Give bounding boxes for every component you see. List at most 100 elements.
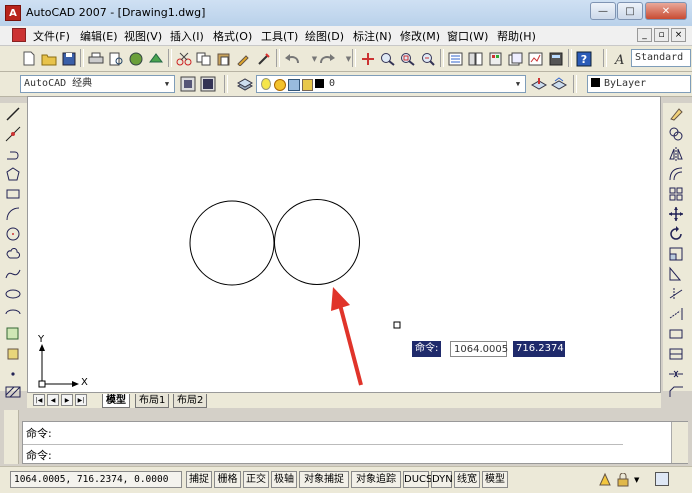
zoom-window-icon[interactable] xyxy=(399,50,416,67)
move-icon[interactable] xyxy=(667,205,685,223)
point-icon[interactable] xyxy=(4,365,22,383)
zoom-previous-icon[interactable] xyxy=(419,50,436,67)
menu-window[interactable]: 窗口(W) xyxy=(447,28,488,44)
save-icon[interactable] xyxy=(60,50,77,67)
plot-preview-icon[interactable] xyxy=(107,50,124,67)
first-tab-icon[interactable]: |◀ xyxy=(33,394,45,406)
quickcalc-icon[interactable] xyxy=(547,50,564,67)
menu-dimension[interactable]: 标注(N) xyxy=(353,28,392,44)
tab-layout1[interactable]: 布局1 xyxy=(135,394,170,408)
menu-insert[interactable]: 插入(I) xyxy=(170,28,204,44)
color-control-combo[interactable]: ByLayer xyxy=(587,75,691,93)
polygon-icon[interactable] xyxy=(4,165,22,183)
ducs-toggle[interactable]: DUCS xyxy=(403,471,432,488)
extend-icon[interactable] xyxy=(667,305,685,323)
break-icon[interactable] xyxy=(667,345,685,363)
3d-dwf-icon[interactable] xyxy=(147,50,164,67)
hatch-icon[interactable] xyxy=(4,383,22,401)
command-scrollbar[interactable] xyxy=(671,422,688,463)
new-file-icon[interactable] xyxy=(20,50,37,67)
menu-modify[interactable]: 修改(M) xyxy=(400,28,440,44)
prev-tab-icon[interactable]: ◀ xyxy=(47,394,59,406)
polyline-icon[interactable] xyxy=(4,145,22,163)
paste-icon[interactable] xyxy=(215,50,232,67)
pan-realtime-icon[interactable] xyxy=(359,50,376,67)
circle-entity-left[interactable] xyxy=(189,200,275,286)
properties-icon[interactable] xyxy=(447,50,464,67)
next-tab-icon[interactable]: ▶ xyxy=(61,394,73,406)
grid-toggle[interactable]: 栅格 xyxy=(214,471,241,488)
snap-toggle[interactable]: 捕捉 xyxy=(186,471,212,488)
doc-minimize-button[interactable]: _ xyxy=(637,28,652,42)
last-tab-icon[interactable]: ▶| xyxy=(75,394,87,406)
stretch-icon[interactable] xyxy=(667,265,685,283)
design-center-icon[interactable] xyxy=(467,50,484,67)
maximize-button[interactable]: □ xyxy=(617,2,643,20)
ellipse-icon[interactable] xyxy=(4,285,22,303)
command-prompt[interactable]: 命令: xyxy=(26,447,52,463)
revision-cloud-icon[interactable] xyxy=(4,245,22,263)
zoom-realtime-icon[interactable] xyxy=(379,50,396,67)
toolbar-lock-icon[interactable] xyxy=(616,472,630,487)
menu-draw[interactable]: 绘图(D) xyxy=(305,28,344,44)
tool-palettes-icon[interactable] xyxy=(487,50,504,67)
line-icon[interactable] xyxy=(4,105,22,123)
ellipse-arc-icon[interactable] xyxy=(4,305,22,323)
clean-screen-icon[interactable] xyxy=(655,472,669,486)
otrack-toggle[interactable]: 对象追踪 xyxy=(351,471,401,488)
autocad-app-icon[interactable]: A xyxy=(5,5,21,21)
my-workspace-icon[interactable] xyxy=(199,75,216,92)
model-space-toggle[interactable]: 模型 xyxy=(482,471,508,488)
close-button[interactable]: ✕ xyxy=(645,2,687,20)
dynamic-input-y-field[interactable]: 716.2374 xyxy=(513,341,565,357)
circle-entity-right[interactable] xyxy=(274,199,360,285)
help-icon[interactable]: ? xyxy=(575,50,592,67)
arc-icon[interactable] xyxy=(4,205,22,223)
workspace-settings-icon[interactable] xyxy=(179,75,196,92)
minimize-button[interactable]: — xyxy=(590,2,616,20)
doc-close-button[interactable]: × xyxy=(671,28,686,42)
block-editor-icon[interactable] xyxy=(255,50,272,67)
workspace-combo[interactable]: AutoCAD 经典 ▼ xyxy=(20,75,175,93)
print-icon[interactable] xyxy=(87,50,104,67)
osnap-toggle[interactable]: 对象捕捉 xyxy=(299,471,349,488)
array-icon[interactable] xyxy=(667,185,685,203)
sheet-set-manager-icon[interactable] xyxy=(507,50,524,67)
layer-previous-icon[interactable] xyxy=(550,75,567,92)
dyn-toggle[interactable]: DYN xyxy=(431,471,453,488)
coordinate-display[interactable]: 1064.0005, 716.2374, 0.0000 xyxy=(10,471,182,488)
rectangle-icon[interactable] xyxy=(4,185,22,203)
match-properties-icon[interactable] xyxy=(235,50,252,67)
spline-icon[interactable] xyxy=(4,265,22,283)
tab-layout2[interactable]: 布局2 xyxy=(173,394,208,408)
drawing-canvas[interactable]: Y X 命令: 1064.0005 716.2374 xyxy=(27,96,661,393)
layer-combo[interactable]: 0 ▼ xyxy=(256,75,526,93)
menu-view[interactable]: 视图(V) xyxy=(124,28,162,44)
text-style-combo[interactable]: Standard xyxy=(631,49,691,67)
undo-icon[interactable] xyxy=(284,50,301,67)
layer-properties-icon[interactable] xyxy=(236,75,253,92)
publish-icon[interactable] xyxy=(127,50,144,67)
command-window[interactable]: 命令: 命令: xyxy=(22,421,688,464)
copy-object-icon[interactable] xyxy=(667,125,685,143)
circle-icon[interactable] xyxy=(4,225,22,243)
lineweight-toggle[interactable]: 线宽 xyxy=(454,471,480,488)
make-object-layer-current-icon[interactable] xyxy=(530,75,547,92)
scale-icon[interactable] xyxy=(667,245,685,263)
offset-icon[interactable] xyxy=(667,165,685,183)
make-block-icon[interactable] xyxy=(4,345,22,363)
menu-help[interactable]: 帮助(H) xyxy=(497,28,536,44)
join-icon[interactable] xyxy=(667,365,685,383)
insert-block-icon[interactable] xyxy=(4,325,22,343)
erase-icon[interactable] xyxy=(667,105,685,123)
menu-tools[interactable]: 工具(T) xyxy=(261,28,298,44)
open-file-icon[interactable] xyxy=(40,50,57,67)
menu-edit[interactable]: 编辑(E) xyxy=(80,28,118,44)
mirror-icon[interactable] xyxy=(667,145,685,163)
break-at-point-icon[interactable] xyxy=(667,325,685,343)
construction-line-icon[interactable] xyxy=(4,125,22,143)
polar-toggle[interactable]: 极轴 xyxy=(271,471,297,488)
chevron-down-icon[interactable]: ▼ xyxy=(634,476,639,484)
menu-file[interactable]: 文件(F) xyxy=(33,28,70,44)
menu-format[interactable]: 格式(O) xyxy=(213,28,252,44)
